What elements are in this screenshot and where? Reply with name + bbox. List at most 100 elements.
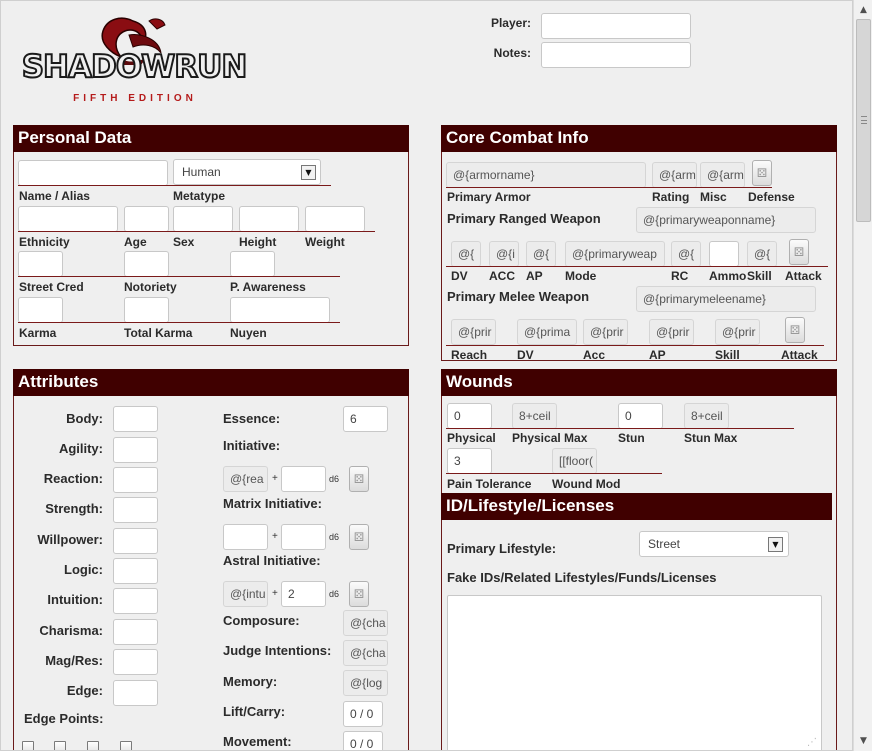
edge-point-checkbox[interactable]	[120, 741, 132, 750]
scroll-thumb[interactable]	[856, 19, 871, 222]
name-alias-field[interactable]	[18, 160, 168, 186]
karma-field[interactable]	[18, 297, 63, 323]
melee-acc-label: Acc	[583, 348, 606, 362]
composure-field[interactable]: @{cha	[343, 610, 388, 636]
armor-misc-field[interactable]: @{arm	[700, 162, 745, 188]
stun-max-field[interactable]: 8+ceil	[684, 403, 729, 429]
nuyen-field[interactable]	[230, 297, 330, 323]
armor-name-field[interactable]: @{armorname}	[446, 162, 646, 188]
ethnicity-field[interactable]	[18, 206, 118, 232]
initiative-label: Initiative:	[223, 438, 281, 453]
stun-field[interactable]: 0	[618, 403, 663, 429]
memory-field[interactable]: @{log	[343, 670, 388, 696]
player-label: Player:	[490, 16, 531, 30]
defense-roll-dice-icon[interactable]: ⚄	[752, 160, 772, 186]
physical-max-field[interactable]: 8+ceil	[512, 403, 557, 429]
ranged-acc-field[interactable]: @{i	[489, 241, 519, 267]
nuyen-label: Nuyen	[230, 326, 267, 340]
metatype-select[interactable]: Human ▼	[173, 159, 321, 185]
willpower-field[interactable]	[113, 528, 158, 554]
personal-data-header: Personal Data	[13, 125, 409, 152]
astral-base-field[interactable]: @{intu	[223, 581, 268, 607]
edge-field[interactable]	[113, 680, 158, 706]
lift-carry-field[interactable]: 0 / 0	[343, 701, 383, 727]
astral-roll-dice-icon[interactable]: ⚄	[349, 581, 369, 607]
edge-points-label: Edge Points:	[24, 711, 104, 726]
primary-lifestyle-label: Primary Lifestyle:	[447, 541, 557, 556]
scroll-down-icon[interactable]: ▼	[856, 733, 871, 749]
wound-mod-field[interactable]: [[floor(	[552, 448, 597, 474]
strength-label: Strength:	[45, 501, 103, 516]
judge-intentions-label: Judge Intentions:	[223, 643, 332, 658]
height-field[interactable]	[239, 206, 299, 232]
ranged-skill-label: Skill	[747, 269, 772, 283]
body-field[interactable]	[113, 406, 158, 432]
strength-field[interactable]	[113, 497, 158, 523]
lifestyle-header: ID/Lifestyle/Licenses	[441, 493, 832, 520]
metatype-label: Metatype	[173, 189, 226, 203]
pain-tolerance-field[interactable]: 3	[447, 448, 492, 474]
p-awareness-field[interactable]	[230, 251, 275, 277]
ranged-attack-dice-icon[interactable]: ⚄	[789, 239, 809, 265]
agility-field[interactable]	[113, 437, 158, 463]
weight-field[interactable]	[305, 206, 365, 232]
melee-attack-dice-icon[interactable]: ⚄	[785, 317, 805, 343]
matrix-roll-dice-icon[interactable]: ⚄	[349, 524, 369, 550]
melee-ap-field[interactable]: @{prir	[649, 319, 694, 345]
player-field[interactable]	[541, 13, 691, 39]
charisma-field[interactable]	[113, 619, 158, 645]
physical-field[interactable]: 0	[447, 403, 492, 429]
street-cred-field[interactable]	[18, 251, 63, 277]
ranged-dv-field[interactable]: @{	[451, 241, 481, 267]
melee-reach-field[interactable]: @{prir	[451, 319, 496, 345]
edge-point-checkbox[interactable]	[54, 741, 66, 750]
initiative-roll-dice-icon[interactable]: ⚄	[349, 466, 369, 492]
agility-label: Agility:	[58, 441, 103, 456]
initiative-dice-field[interactable]	[281, 466, 326, 492]
melee-dv-field[interactable]: @{prima	[517, 319, 577, 345]
melee-skill-field[interactable]: @{prir	[715, 319, 760, 345]
matrix-dice-field[interactable]	[281, 524, 326, 550]
d6-label: d6	[329, 589, 340, 599]
astral-dice-field[interactable]: 2	[281, 581, 326, 607]
logo-title: SHADOWRUN	[21, 48, 249, 86]
sex-field[interactable]	[173, 206, 233, 232]
reaction-label: Reaction:	[43, 471, 103, 486]
matrix-base-field[interactable]	[223, 524, 268, 550]
ranged-ap-field[interactable]: @{	[526, 241, 556, 267]
notes-field[interactable]	[541, 42, 691, 68]
resize-grip-icon[interactable]: ⋰	[806, 737, 818, 749]
initiative-base-field[interactable]: @{rea	[223, 466, 268, 492]
intuition-field[interactable]	[113, 588, 158, 614]
ranged-weapon-name-field[interactable]: @{primaryweaponname}	[636, 207, 816, 233]
age-field[interactable]	[124, 206, 169, 232]
scroll-up-icon[interactable]: ▲	[856, 2, 871, 18]
mag-res-field[interactable]	[113, 649, 158, 675]
reaction-field[interactable]	[113, 467, 158, 493]
ranged-mode-field[interactable]: @{primaryweap	[565, 241, 665, 267]
melee-weapon-name-field[interactable]: @{primarymeleename}	[636, 286, 816, 312]
notoriety-field[interactable]	[124, 251, 169, 277]
ranged-ammo-field[interactable]	[709, 241, 739, 267]
total-karma-field[interactable]	[124, 297, 169, 323]
pain-tolerance-label: Pain Tolerance	[447, 477, 532, 491]
fake-ids-textarea[interactable]	[447, 595, 822, 750]
primary-lifestyle-select[interactable]: Street ▼	[639, 531, 789, 557]
essence-field[interactable]: 6	[343, 406, 388, 432]
grip-icon	[861, 116, 867, 124]
vertical-scrollbar[interactable]: ▲ ▼	[853, 0, 872, 751]
ranged-rc-field[interactable]: @{	[671, 241, 701, 267]
judge-intentions-field[interactable]: @{cha	[343, 640, 388, 666]
melee-acc-field[interactable]: @{prir	[583, 319, 628, 345]
notes-label: Notes:	[493, 46, 531, 60]
stun-max-label: Stun Max	[684, 431, 738, 445]
logic-field[interactable]	[113, 558, 158, 584]
edge-point-checkbox[interactable]	[87, 741, 99, 750]
edge-point-checkbox[interactable]	[22, 741, 34, 750]
ranged-skill-field[interactable]: @{	[747, 241, 777, 267]
primary-ranged-weapon-label: Primary Ranged Weapon	[447, 211, 601, 226]
movement-field[interactable]: 0 / 0	[343, 731, 383, 750]
mag-res-label: Mag/Res:	[45, 653, 103, 668]
armor-rating-field[interactable]: @{arm	[652, 162, 697, 188]
essence-label: Essence:	[223, 411, 281, 426]
